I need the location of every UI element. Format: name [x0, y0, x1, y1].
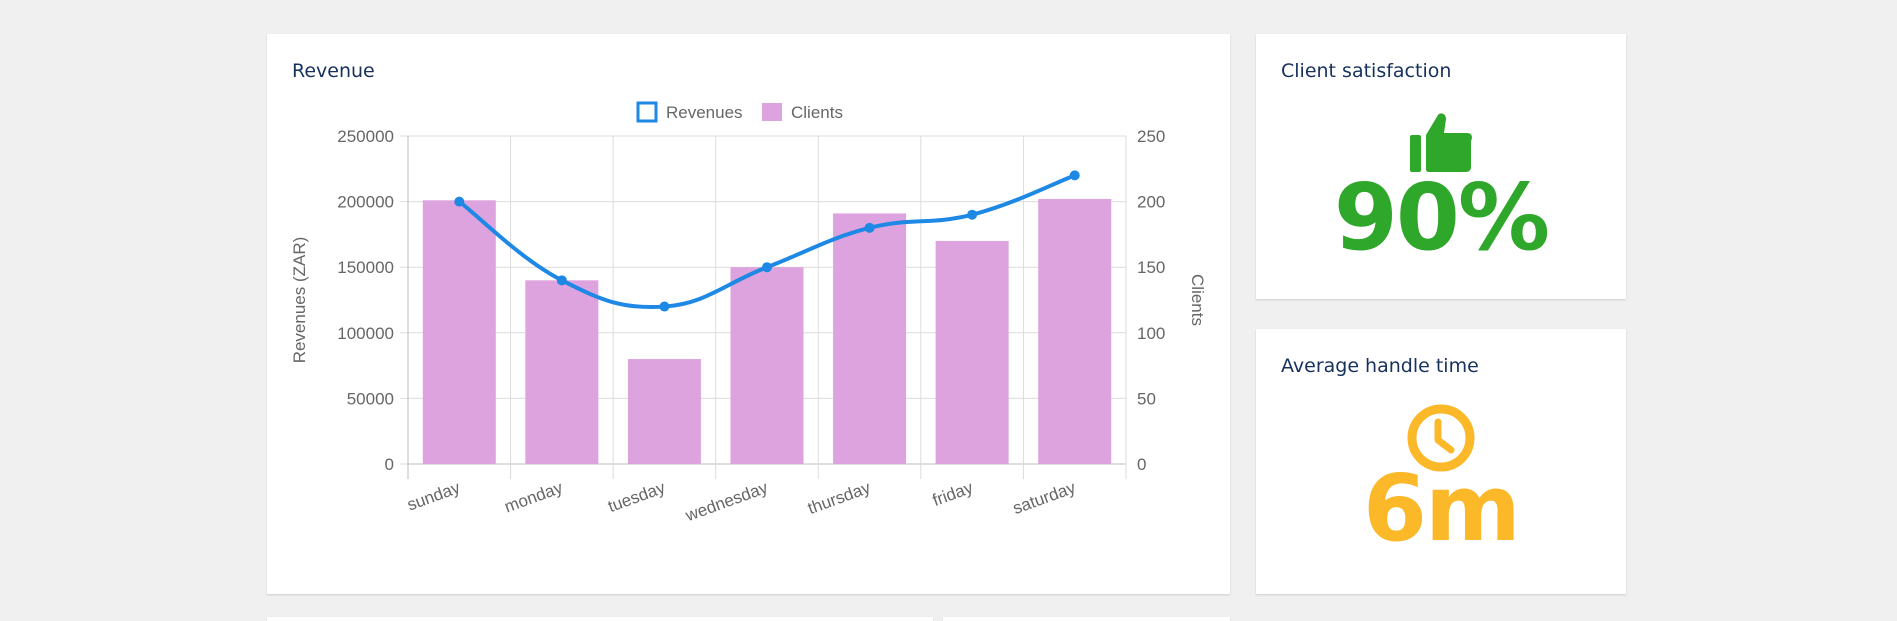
y2-tick-label: 250: [1137, 127, 1165, 146]
average-handle-time-title: Average handle time: [1281, 355, 1479, 377]
y-tick-label: 100000: [337, 324, 394, 343]
point-revenues-friday: [967, 209, 978, 220]
y-tick-label: 200000: [337, 193, 394, 212]
next-card-edge-right: [943, 617, 1230, 621]
bar-clients-friday: [935, 240, 1009, 464]
point-revenues-tuesday: [659, 301, 670, 312]
y2-tick-label: 50: [1137, 389, 1156, 408]
x-tick-label-saturday: saturday: [1010, 478, 1078, 518]
average-handle-time-card: Average handle time 6m: [1256, 329, 1626, 594]
point-revenues-saturday: [1069, 170, 1080, 181]
y-tick-label: 0: [385, 455, 394, 474]
point-revenues-sunday: [454, 196, 465, 207]
y-tick-label: 250000: [337, 127, 394, 146]
point-revenues-thursday: [864, 222, 875, 233]
legend-label-revenues: Revenues: [666, 103, 743, 122]
bar-clients-saturday: [1038, 198, 1112, 464]
y-tick-label: 50000: [347, 389, 394, 408]
legend-swatch-revenues: [636, 101, 658, 123]
bar-clients-thursday: [833, 213, 907, 464]
y2-tick-label: 150: [1137, 258, 1165, 277]
y2-tick-label: 200: [1137, 193, 1165, 212]
y-axis-title: Revenues (ZAR): [290, 237, 309, 364]
point-revenues-monday: [556, 275, 567, 286]
bar-clients-wednesday: [730, 267, 804, 464]
x-tick-label-sunday: sunday: [405, 478, 463, 515]
y2-axis-title: Clients: [1188, 274, 1207, 326]
next-card-edge-left: [267, 617, 933, 621]
client-satisfaction-value: 90%: [1333, 164, 1550, 271]
legend-swatch-clients: [762, 103, 782, 121]
bar-clients-monday: [525, 280, 599, 464]
x-tick-label-monday: monday: [502, 478, 566, 517]
bar-clients-tuesday: [627, 359, 701, 464]
y2-tick-label: 0: [1137, 455, 1146, 474]
bar-clients-sunday: [422, 200, 496, 464]
client-satisfaction-card: Client satisfaction 90%: [1256, 34, 1626, 299]
x-tick-label-wednesday: wednesday: [682, 478, 771, 526]
average-handle-time-value: 6m: [1363, 455, 1521, 562]
point-revenues-wednesday: [762, 262, 772, 273]
x-tick-label-thursday: thursday: [805, 478, 873, 518]
revenue-card: Revenue 0 0 50000 50 100000 100 150000 150 20000…: [267, 34, 1230, 594]
legend-label-clients: Clients: [791, 103, 843, 122]
x-tick-label-friday: friday: [930, 478, 976, 510]
y2-tick-label: 100: [1137, 324, 1165, 343]
y-tick-label: 150000: [337, 258, 394, 277]
revenue-chart: 0 0 50000 50 100000 100 150000 150 200000 200 2500…: [290, 101, 1207, 526]
client-satisfaction-title: Client satisfaction: [1281, 60, 1452, 82]
x-tick-label-tuesday: tuesday: [605, 478, 668, 516]
